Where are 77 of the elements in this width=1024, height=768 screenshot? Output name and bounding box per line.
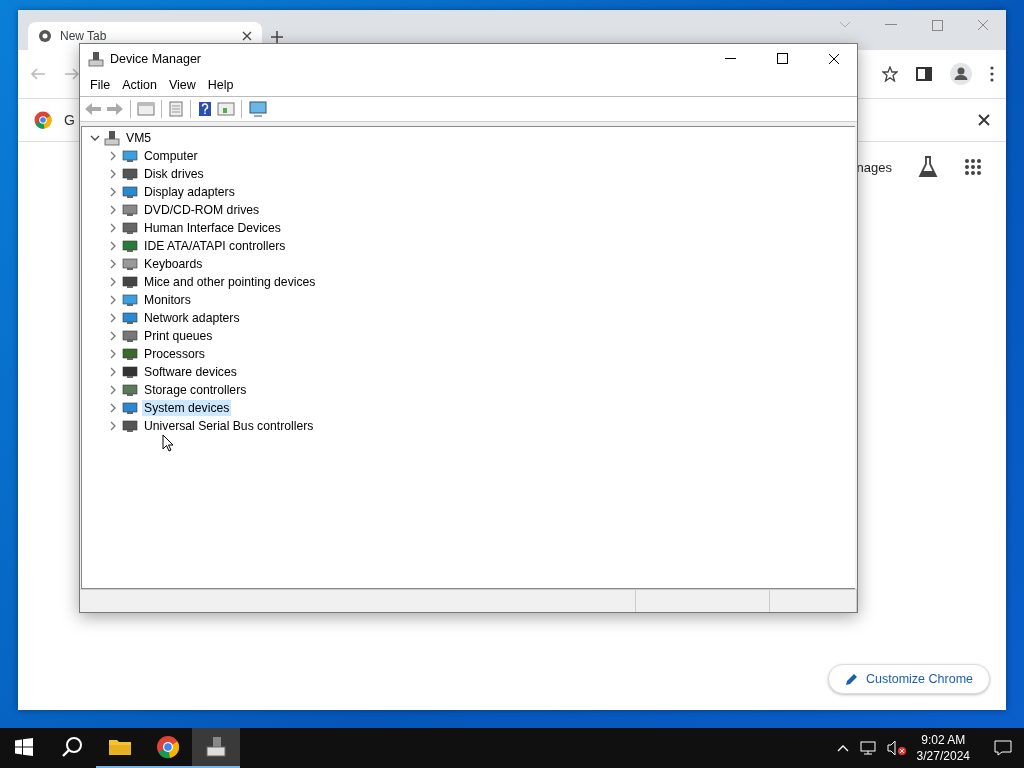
tree-item[interactable]: Universal Serial Bus controllers [142, 418, 316, 434]
browser-logo-icon[interactable] [34, 111, 52, 129]
device-icon [122, 184, 138, 200]
close-icon[interactable] [242, 31, 252, 41]
tree-item[interactable]: Keyboards [142, 256, 205, 272]
customize-chrome-button[interactable]: Customize Chrome [828, 664, 990, 694]
tree-item[interactable]: Print queues [142, 328, 215, 344]
device-icon [122, 256, 138, 272]
clock-date: 3/27/2024 [916, 748, 970, 764]
monitor-icon[interactable] [248, 101, 268, 117]
device-icon [122, 220, 138, 236]
minimize-icon[interactable] [724, 57, 736, 60]
device-icon [122, 238, 138, 254]
network-icon[interactable] [858, 740, 877, 756]
device-icon [122, 328, 138, 344]
folder-icon[interactable] [108, 737, 132, 757]
forward-icon[interactable] [64, 67, 80, 81]
notification-icon[interactable] [994, 740, 1012, 756]
taskbar-app[interactable] [192, 728, 240, 768]
tree-item[interactable]: Storage controllers [142, 382, 249, 398]
device-icon [122, 166, 138, 182]
maximize-icon[interactable] [776, 53, 788, 64]
volume-muted-icon[interactable] [886, 740, 907, 756]
device-manager-icon[interactable] [204, 735, 228, 759]
tree-item[interactable]: Software devices [142, 364, 239, 380]
computer-tower-icon [88, 50, 104, 67]
device-icon [122, 418, 138, 434]
side-panel-icon[interactable] [916, 66, 932, 82]
new-tab-icon[interactable] [270, 30, 284, 44]
computer-tower-icon [104, 130, 120, 146]
tree-item[interactable]: Mice and other pointing devices [142, 274, 318, 290]
menu-item[interactable]: File [84, 77, 117, 92]
device-icon [122, 292, 138, 308]
collapse-chevron-icon[interactable] [90, 133, 100, 143]
device-icon [122, 274, 138, 290]
tree-item[interactable]: System devices [142, 400, 232, 416]
tab-title: New Tab [60, 29, 108, 43]
tree-item[interactable]: Processors [142, 346, 207, 362]
browser-icon[interactable] [38, 29, 52, 43]
device-icon [122, 148, 138, 164]
search-icon[interactable] [61, 736, 83, 758]
device-icon [122, 382, 138, 398]
device-icon [122, 346, 138, 362]
apps-grid-icon[interactable] [964, 158, 982, 176]
menu-item[interactable]: Help [201, 77, 240, 92]
forward-icon[interactable] [106, 101, 124, 117]
menu-item[interactable]: View [162, 77, 202, 92]
profile-icon[interactable] [950, 63, 972, 85]
device-icon [122, 202, 138, 218]
help-icon[interactable] [197, 101, 213, 117]
chevron-up-icon[interactable] [836, 744, 849, 752]
close-icon[interactable] [828, 52, 840, 65]
device-icon [122, 400, 138, 416]
close-icon[interactable] [978, 114, 990, 126]
back-icon[interactable] [84, 101, 102, 117]
tree-item[interactable]: Network adapters [142, 310, 242, 326]
menu-item[interactable]: Action [116, 77, 163, 92]
tree-item[interactable]: Monitors [142, 292, 193, 308]
device-icon [122, 364, 138, 380]
window-title: Device Manager [110, 51, 202, 66]
start-icon[interactable] [15, 738, 33, 756]
flask-icon[interactable] [918, 156, 938, 178]
star-icon[interactable] [882, 66, 898, 82]
tree-item[interactable]: Disk drives [142, 166, 206, 182]
pencil-icon [845, 672, 858, 686]
tree-item[interactable]: Display adapters [142, 184, 237, 200]
tree-item[interactable]: Computer [142, 148, 200, 164]
cursor-icon [162, 434, 174, 452]
browser-icon[interactable] [156, 735, 180, 759]
tree-item[interactable]: IDE ATA/ATAPI controllers [142, 238, 288, 254]
menu-icon[interactable] [990, 66, 994, 82]
tree-item[interactable]: VM5 [124, 130, 154, 146]
infobar-text: G [64, 112, 75, 128]
tree-item[interactable]: DVD/CD-ROM drives [142, 202, 262, 218]
device-icon [122, 310, 138, 326]
clock-time: 9:02 AM [921, 732, 966, 748]
tree-item[interactable]: Human Interface Devices [142, 220, 283, 236]
